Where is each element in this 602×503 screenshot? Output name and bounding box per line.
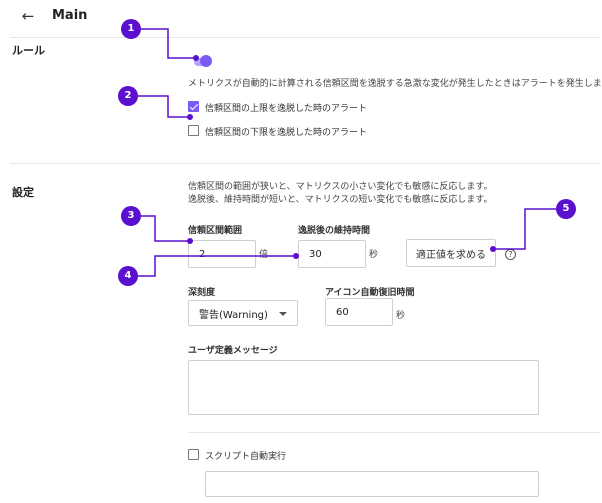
recovery-unit: 秒 xyxy=(396,311,406,321)
settings-description-line2: 逸脱後、維持時間が短いと、マトリクスの短い変化でも敏感に反応します。 xyxy=(188,195,493,205)
back-arrow-icon[interactable]: ← xyxy=(18,6,38,26)
duration-input[interactable]: 30 xyxy=(298,240,366,268)
callout-line-2 xyxy=(138,95,190,118)
script-label: スクリプト自動実行 xyxy=(205,452,287,462)
recovery-input[interactable]: 60 xyxy=(325,298,393,326)
optimize-button-label: 適正値を求める xyxy=(416,249,486,261)
settings-description-line1: 信頼区間の範囲が狭いと、マトリクスの小さい変化でも敏感に反応します。 xyxy=(188,182,493,192)
duration-value: 30 xyxy=(309,248,322,260)
callout-dot-2 xyxy=(187,114,193,120)
settings-heading: 設定 xyxy=(12,186,34,199)
range-value: 2 xyxy=(199,248,206,260)
chevron-down-icon xyxy=(279,312,287,316)
message-textarea[interactable] xyxy=(188,360,539,415)
severity-label: 深刻度 xyxy=(188,288,216,298)
duration-label: 逸脱後の維持時間 xyxy=(298,226,371,236)
callout-line-3 xyxy=(141,215,190,242)
recovery-value: 60 xyxy=(336,306,349,318)
severity-value: 警告(Warning) xyxy=(199,309,268,321)
recovery-label: アイコン自動復旧時間 xyxy=(325,288,415,298)
range-label: 信頼区間範囲 xyxy=(188,226,243,236)
rules-description: メトリクスが自動的に計算される信頼区間を逸脱する急激な変化が発生したときはアラー… xyxy=(188,79,602,89)
callout-badge-3: 3 xyxy=(121,206,141,226)
section-divider xyxy=(10,163,600,164)
optimize-button[interactable]: 適正値を求める xyxy=(406,239,496,267)
callout-line-5 xyxy=(493,208,556,250)
range-unit: 倍 xyxy=(259,250,269,260)
lower-bound-checkbox[interactable] xyxy=(188,125,199,136)
severity-select[interactable]: 警告(Warning) xyxy=(188,300,298,326)
rules-heading: ルール xyxy=(12,44,45,57)
callout-badge-2: 2 xyxy=(118,86,138,106)
callout-badge-5: 5 xyxy=(556,199,576,219)
header-divider xyxy=(10,37,600,38)
question-circle-icon[interactable]: ? xyxy=(505,249,516,260)
script-input[interactable] xyxy=(205,471,539,497)
duration-unit: 秒 xyxy=(369,250,379,260)
script-divider xyxy=(188,432,600,433)
toggle-knob xyxy=(200,55,212,67)
callout-badge-4: 4 xyxy=(118,266,138,286)
script-checkbox[interactable] xyxy=(188,449,199,460)
callout-badge-1: 1 xyxy=(121,19,141,39)
callout-line-1 xyxy=(141,28,196,59)
rule-enable-toggle[interactable] xyxy=(194,55,212,68)
upper-bound-checkbox[interactable] xyxy=(188,101,199,112)
message-label: ユーザ定義メッセージ xyxy=(188,346,278,356)
lower-bound-label: 信頼区間の下限を逸脱した時のアラート xyxy=(205,128,368,138)
upper-bound-label: 信頼区間の上限を逸脱した時のアラート xyxy=(205,104,368,114)
page-title: Main xyxy=(52,8,88,23)
range-input[interactable]: 2 xyxy=(188,240,256,268)
